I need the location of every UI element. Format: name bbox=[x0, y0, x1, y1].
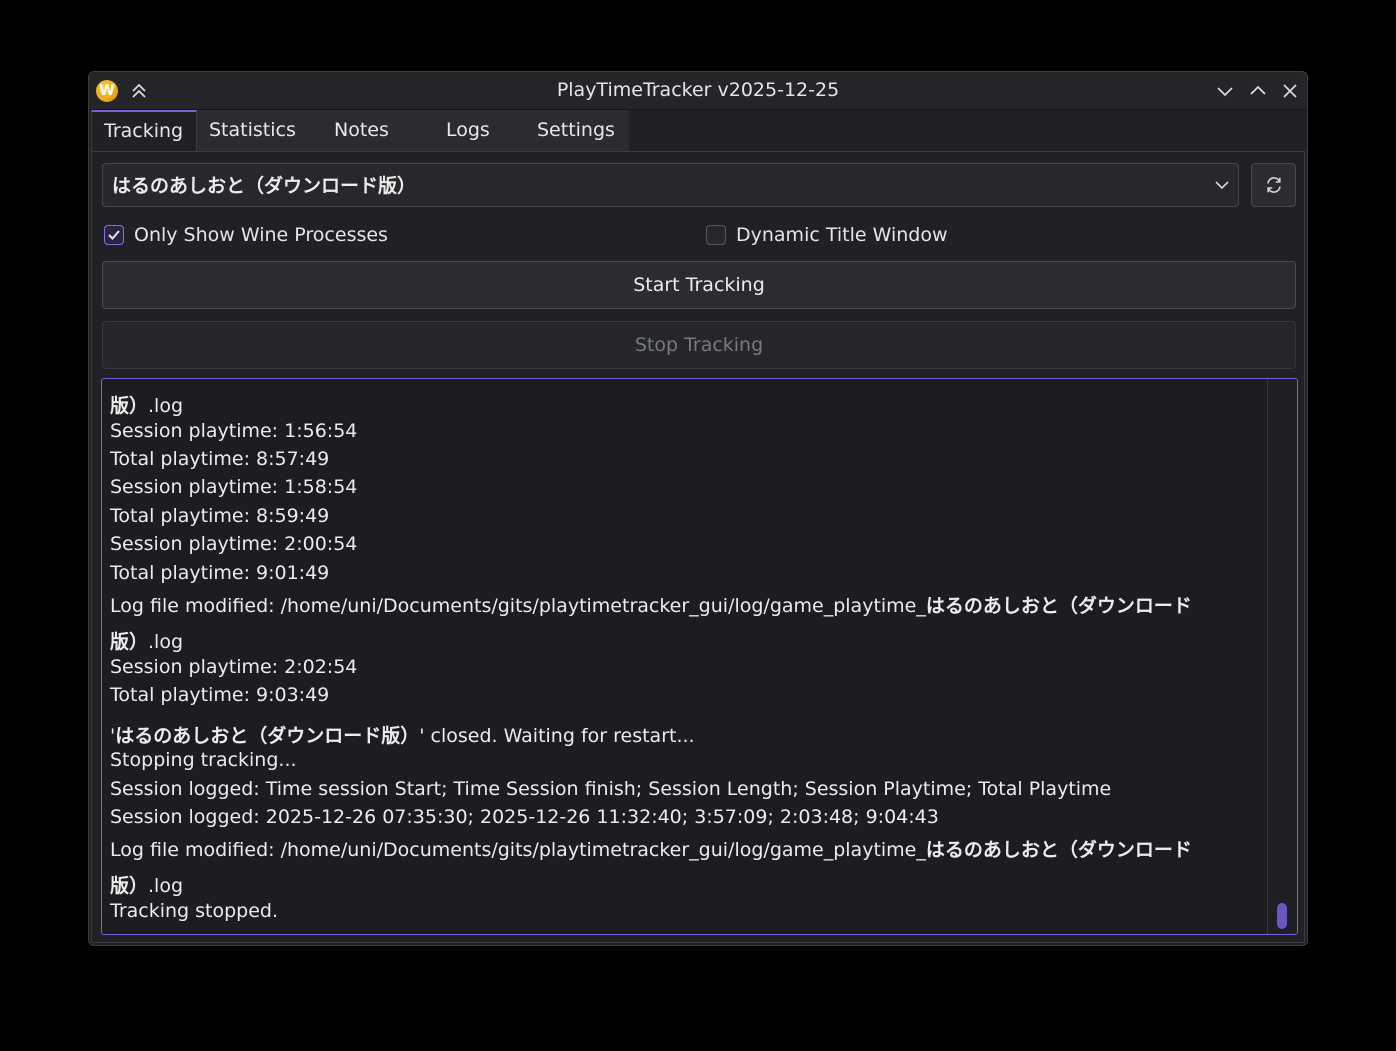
log-line: Total playtime: 9:01:49 bbox=[110, 562, 330, 584]
refresh-icon bbox=[1266, 177, 1281, 193]
tab-bar: Tracking Statistics Notes Logs Settings bbox=[91, 110, 629, 151]
minimize-button[interactable] bbox=[1213, 79, 1237, 103]
log-line: 版）.log bbox=[110, 395, 184, 417]
log-scrollbar[interactable] bbox=[1267, 379, 1297, 934]
checkbox-unchecked[interactable] bbox=[706, 225, 726, 245]
chevron-up-icon bbox=[1250, 85, 1266, 95]
log-line: Log file modified: /home/uni/Documents/g… bbox=[110, 595, 1192, 617]
stop-tracking-button[interactable]: Stop Tracking bbox=[102, 321, 1296, 369]
maximize-button[interactable] bbox=[1246, 79, 1270, 103]
log-line: 版）.log bbox=[110, 875, 184, 897]
log-line: Session logged: 2025-12-26 07:35:30; 202… bbox=[110, 806, 939, 828]
tab-statistics[interactable]: Statistics bbox=[197, 110, 305, 151]
close-button[interactable] bbox=[1278, 79, 1302, 103]
chevron-down-icon bbox=[1217, 87, 1233, 97]
log-line: 'はるのあしおと（ダウンロード版）' closed. Waiting for r… bbox=[110, 725, 695, 747]
log-line: Session playtime: 2:00:54 bbox=[110, 533, 358, 555]
log-line: Total playtime: 9:03:49 bbox=[110, 684, 330, 706]
log-line: Total playtime: 8:57:49 bbox=[110, 448, 330, 470]
tab-notes[interactable]: Notes bbox=[305, 110, 413, 151]
tab-logs[interactable]: Logs bbox=[413, 110, 521, 151]
log-line: Tracking stopped. bbox=[110, 900, 279, 922]
process-select-value: はるのあしおと（ダウンロード版） bbox=[112, 175, 417, 197]
refresh-button[interactable] bbox=[1251, 163, 1296, 207]
chevron-down-icon bbox=[1215, 181, 1229, 190]
only-wine-label: Only Show Wine Processes bbox=[134, 224, 388, 246]
log-line: Total playtime: 8:59:49 bbox=[110, 505, 330, 527]
log-line: Session playtime: 2:02:54 bbox=[110, 656, 358, 678]
dynamic-title-checkbox[interactable]: Dynamic Title Window bbox=[706, 223, 948, 247]
checkbox-checked[interactable] bbox=[104, 225, 124, 245]
close-icon bbox=[1283, 84, 1297, 98]
log-line: Session playtime: 1:56:54 bbox=[110, 420, 358, 442]
start-tracking-button[interactable]: Start Tracking bbox=[102, 261, 1296, 309]
log-line: 版）.log bbox=[110, 631, 184, 653]
process-select[interactable]: はるのあしおと（ダウンロード版） bbox=[102, 163, 1239, 207]
only-wine-checkbox[interactable]: Only Show Wine Processes bbox=[104, 223, 388, 247]
log-line: Stopping tracking... bbox=[110, 749, 297, 771]
log-output[interactable]: 版）.log Session playtime: 1:56:54 Total pla… bbox=[101, 378, 1298, 935]
log-line: Session playtime: 1:58:54 bbox=[110, 476, 358, 498]
log-line: Session logged: Time session Start; Time… bbox=[110, 778, 1112, 800]
tab-tracking[interactable]: Tracking bbox=[91, 110, 197, 151]
title-bar[interactable]: W PlayTimeTracker v2025-12-25 bbox=[89, 72, 1307, 110]
app-window: W PlayTimeTracker v2025-12-25 Tracking S… bbox=[88, 71, 1308, 946]
dynamic-title-label: Dynamic Title Window bbox=[736, 224, 948, 246]
checkmark-icon bbox=[108, 230, 120, 240]
log-line: Log file modified: /home/uni/Documents/g… bbox=[110, 839, 1192, 861]
tab-settings[interactable]: Settings bbox=[521, 110, 629, 151]
window-title: PlayTimeTracker v2025-12-25 bbox=[556, 79, 840, 101]
scrollbar-thumb[interactable] bbox=[1277, 903, 1287, 929]
